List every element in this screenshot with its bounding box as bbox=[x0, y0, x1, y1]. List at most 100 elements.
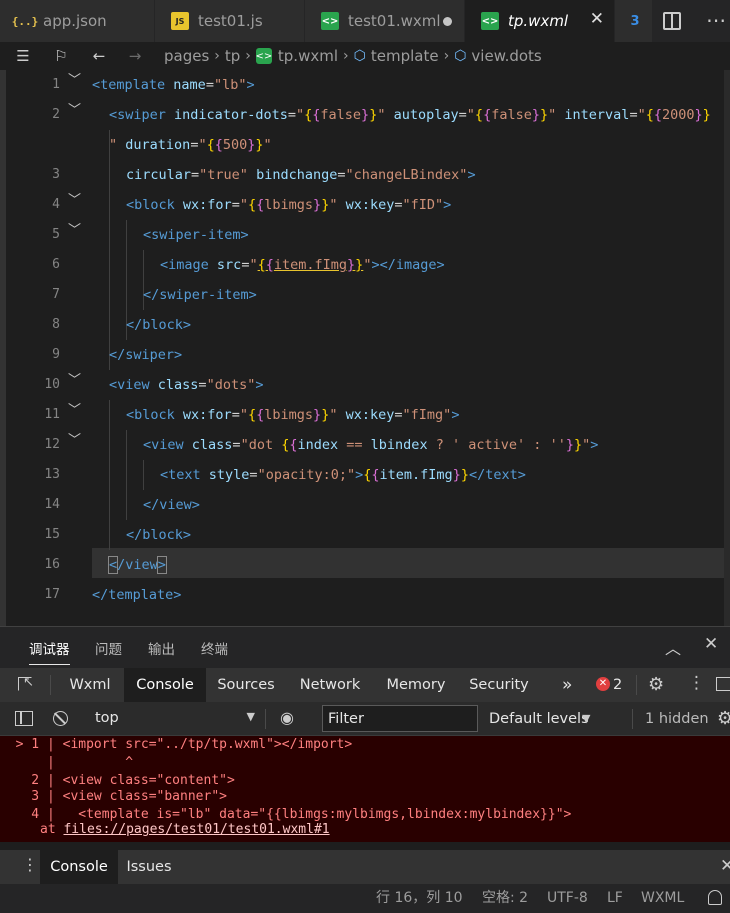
side-edge bbox=[0, 70, 6, 626]
tab-network[interactable]: Network bbox=[286, 668, 374, 702]
error-badge-icon[interactable]: ✕ bbox=[596, 677, 610, 691]
cursor-position[interactable]: 行 16，列 10 bbox=[376, 884, 463, 913]
tab-tp-wxml[interactable]: <> tp.wxml ✕ bbox=[465, 0, 615, 42]
eye-icon[interactable]: ◉ bbox=[280, 708, 294, 727]
line-number: 2 bbox=[52, 107, 60, 122]
breadcrumb-tp[interactable]: tp bbox=[225, 47, 240, 65]
tab-output[interactable]: 输出 bbox=[148, 638, 175, 658]
tab-app-json[interactable]: {..} app.json bbox=[0, 0, 155, 42]
tab-security[interactable]: Security bbox=[458, 668, 540, 702]
encoding[interactable]: UTF-8 bbox=[547, 884, 588, 913]
code-line: </block> bbox=[126, 317, 192, 333]
tab-label: tp.wxml bbox=[508, 12, 569, 30]
indentation[interactable]: 空格: 2 bbox=[482, 884, 528, 913]
fold-chevron-icon[interactable]: ﹀ bbox=[68, 366, 81, 396]
breadcrumb-view-dots[interactable]: view.dots bbox=[471, 47, 541, 65]
code-line: <template name="lb"> bbox=[92, 77, 255, 93]
current-line-highlight bbox=[92, 548, 730, 578]
console-empty-area[interactable] bbox=[0, 842, 730, 850]
symbol-cube-icon: ⬡ bbox=[454, 48, 467, 64]
code-line: <image src="{{item.fImg}}"></image> bbox=[160, 257, 445, 273]
drawer-tab-console[interactable]: Console bbox=[40, 850, 118, 884]
tab-label: app.json bbox=[43, 12, 107, 30]
code-line: " duration="{{500}}" bbox=[109, 137, 272, 153]
tab-test01-wxml[interactable]: <> test01.wxml bbox=[305, 0, 465, 42]
console-settings-icon[interactable]: ⚙ bbox=[717, 708, 730, 729]
error-line: 3 | <view class="banner"> bbox=[0, 789, 227, 804]
divider bbox=[636, 675, 637, 695]
log-levels-select[interactable]: Default levels bbox=[489, 702, 589, 736]
show-sidebar-icon[interactable] bbox=[15, 711, 33, 726]
split-editor-icon[interactable] bbox=[663, 12, 681, 30]
inspect-element-icon[interactable] bbox=[18, 675, 34, 691]
error-source-link[interactable]: files://pages/test01/test01.wxml#1 bbox=[63, 822, 329, 837]
context-value: top bbox=[95, 710, 119, 726]
tab-terminal[interactable]: 终端 bbox=[201, 638, 228, 658]
kebab-menu-icon[interactable]: ⋮ bbox=[22, 855, 38, 874]
line-number: 5 bbox=[52, 227, 60, 242]
editor-scrollbar[interactable] bbox=[724, 70, 730, 626]
outline-list-icon[interactable]: ☰ bbox=[12, 45, 34, 67]
tab-problems[interactable]: 问题 bbox=[95, 638, 122, 658]
wxml-file-icon: <> bbox=[481, 12, 499, 30]
kebab-menu-icon[interactable]: ⋮ bbox=[688, 673, 705, 693]
line-number: 11 bbox=[44, 407, 60, 422]
chevron-up-icon[interactable]: ︿ bbox=[665, 635, 681, 659]
error-count[interactable]: 2 bbox=[613, 668, 622, 702]
notifications-bell-icon[interactable] bbox=[708, 890, 722, 905]
status-bar: 行 16，列 10 空格: 2 UTF-8 LF WXML bbox=[0, 884, 730, 913]
gear-icon[interactable]: ⚙ bbox=[648, 674, 664, 695]
filter-input[interactable] bbox=[322, 705, 478, 732]
tab-debugger[interactable]: 调试器 bbox=[29, 638, 70, 665]
drawer-tab-issues[interactable]: Issues bbox=[118, 850, 180, 884]
context-select[interactable]: top ▼ bbox=[89, 705, 263, 732]
fold-chevron-icon[interactable]: ﹀ bbox=[68, 96, 81, 126]
line-number: 1 bbox=[52, 77, 60, 92]
close-drawer-icon[interactable]: ✕ bbox=[720, 856, 730, 876]
back-arrow-icon[interactable]: ← bbox=[88, 45, 110, 67]
chevron-right-icon: › bbox=[214, 48, 220, 64]
breadcrumb-pages[interactable]: pages bbox=[164, 47, 209, 65]
fold-chevron-icon[interactable]: ﹀ bbox=[68, 216, 81, 246]
tab-wxml[interactable]: Wxml bbox=[56, 668, 124, 702]
close-icon[interactable]: ✕ bbox=[590, 9, 604, 29]
clear-console-icon[interactable] bbox=[53, 711, 68, 726]
chevron-right-icon: › bbox=[343, 48, 349, 64]
devtools-tab-bar: Wxml Console Sources Network Memory Secu… bbox=[0, 668, 730, 702]
breadcrumb-template[interactable]: template bbox=[371, 47, 439, 65]
forward-arrow-icon[interactable]: → bbox=[124, 45, 146, 67]
indent-guide bbox=[109, 400, 110, 550]
code-editor[interactable]: 1 2 3 4 5 6 7 8 9 10 11 12 13 14 15 16 1… bbox=[0, 70, 730, 626]
line-number: 10 bbox=[44, 377, 60, 392]
breadcrumb-file[interactable]: tp.wxml bbox=[278, 47, 338, 65]
fold-chevron-icon[interactable]: ﹀ bbox=[68, 70, 81, 96]
line-number: 9 bbox=[52, 347, 60, 362]
more-tabs-icon[interactable]: » bbox=[562, 668, 572, 702]
more-actions-icon[interactable]: ⋯ bbox=[706, 8, 727, 32]
code-line: <text style="opacity:0;">{{item.fImg}}</… bbox=[160, 467, 526, 483]
tab-css-file[interactable]: 3 bbox=[615, 0, 653, 42]
error-line: | ^ bbox=[0, 755, 134, 770]
fold-chevron-icon[interactable]: ﹀ bbox=[68, 396, 81, 426]
divider bbox=[265, 709, 266, 729]
code-line: </swiper-item> bbox=[143, 287, 257, 303]
unsaved-dot-icon[interactable] bbox=[443, 17, 452, 26]
tab-memory[interactable]: Memory bbox=[374, 668, 458, 702]
line-number: 7 bbox=[52, 287, 60, 302]
divider bbox=[632, 709, 633, 729]
line-ending[interactable]: LF bbox=[607, 884, 623, 913]
line-number: 16 bbox=[44, 557, 60, 572]
bookmark-icon[interactable]: ⚐ bbox=[50, 45, 72, 67]
error-at-prefix: at bbox=[40, 822, 64, 837]
dock-side-icon[interactable] bbox=[716, 677, 730, 691]
drawer-tab-bar: ⋮ Console Issues ✕ bbox=[0, 850, 730, 884]
fold-chevron-icon[interactable]: ﹀ bbox=[68, 426, 81, 456]
language-mode[interactable]: WXML bbox=[641, 884, 684, 913]
line-number: 12 bbox=[44, 437, 60, 452]
close-panel-icon[interactable]: ✕ bbox=[704, 634, 718, 654]
code-line: <block wx:for="{{lbimgs}}" wx:key="fID"> bbox=[126, 197, 452, 213]
tab-console[interactable]: Console bbox=[124, 668, 206, 702]
tab-test01-js[interactable]: JS test01.js bbox=[155, 0, 305, 42]
fold-chevron-icon[interactable]: ﹀ bbox=[68, 186, 81, 216]
tab-sources[interactable]: Sources bbox=[206, 668, 286, 702]
